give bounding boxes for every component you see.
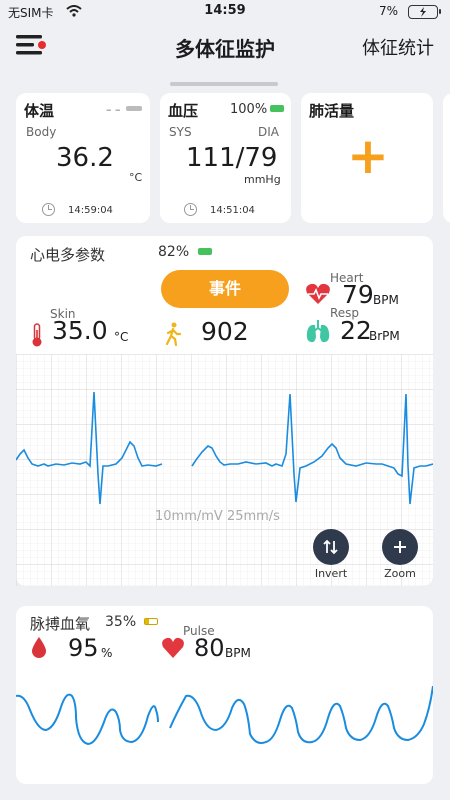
thermometer-icon bbox=[32, 323, 42, 347]
skin-value: 35.0 bbox=[52, 316, 108, 345]
scale-text: 10mm/mV 25mm/s bbox=[155, 509, 280, 524]
bp-time: 14:51:04 bbox=[210, 205, 255, 216]
zoom-label: Zoom bbox=[384, 567, 416, 580]
bp-sys-label: SYS bbox=[169, 125, 192, 139]
temp-title: 体温 bbox=[24, 102, 55, 120]
event-button[interactable]: 事件 bbox=[161, 270, 289, 308]
temp-time: 14:59:04 bbox=[68, 205, 113, 216]
ecg-title: 心电多参数 bbox=[30, 246, 106, 264]
bp-dia-label: DIA bbox=[258, 125, 279, 139]
lung-title: 肺活量 bbox=[309, 102, 355, 120]
spo2-battery-icon bbox=[144, 618, 158, 625]
steps-value: 902 bbox=[201, 317, 249, 346]
heart-icon bbox=[162, 637, 184, 658]
page-indicator bbox=[170, 82, 278, 86]
spo2-unit: % bbox=[101, 646, 113, 660]
ecg-battery-icon bbox=[198, 248, 212, 255]
bp-unit: mmHg bbox=[244, 173, 281, 186]
clock-icon bbox=[184, 203, 197, 216]
bp-battery-percent: 100% bbox=[230, 102, 268, 117]
battery-percent: 7% bbox=[378, 4, 398, 18]
invert-icon bbox=[323, 539, 338, 555]
spo2-battery-percent: 35% bbox=[105, 614, 137, 630]
zoom-button[interactable] bbox=[382, 529, 418, 565]
temperature-card[interactable]: 体温 – – Body 36.2 °C 14:59:04 bbox=[16, 93, 150, 223]
blood-pressure-card[interactable]: 血压 100% SYS DIA 111/79 mmHg 14:51:04 bbox=[160, 93, 291, 223]
temp-sub-label: Body bbox=[26, 125, 57, 139]
pleth-waveform bbox=[16, 685, 433, 746]
zoom-plus-icon bbox=[394, 541, 406, 553]
lung-capacity-card[interactable]: 肺活量 + bbox=[301, 93, 433, 223]
stats-link[interactable]: 体征统计 bbox=[362, 34, 434, 60]
status-bar: 无SIM卡 14:59 7% bbox=[0, 0, 450, 22]
ecg-battery-percent: 82% bbox=[158, 244, 190, 260]
clock-icon bbox=[42, 203, 55, 216]
skin-unit: °C bbox=[114, 330, 129, 344]
walking-icon bbox=[165, 322, 182, 346]
spo2-value: 95 bbox=[68, 634, 99, 662]
pulse-value: 80 bbox=[194, 634, 225, 662]
temp-unit: °C bbox=[129, 171, 143, 184]
bp-value: 111/79 bbox=[186, 143, 278, 173]
pulse-unit: BPM bbox=[225, 646, 251, 660]
bp-title: 血压 bbox=[168, 102, 199, 120]
spo2-card: 脉搏血氧 35% 95 % Pulse 80 BPM bbox=[16, 606, 433, 784]
invert-button[interactable] bbox=[313, 529, 349, 565]
spo2-title: 脉搏血氧 bbox=[30, 615, 91, 633]
temp-battery-icon bbox=[126, 106, 142, 111]
blood-drop-icon bbox=[32, 637, 46, 658]
heart-value: 79 bbox=[342, 280, 374, 309]
resp-unit: BrPM bbox=[369, 329, 400, 343]
temp-value: 36.2 bbox=[56, 143, 114, 173]
heart-rate-icon bbox=[306, 283, 330, 304]
temp-dash: – – bbox=[106, 103, 121, 116]
resp-value: 22 bbox=[340, 316, 372, 345]
battery-icon bbox=[408, 5, 441, 19]
bp-battery-icon bbox=[270, 105, 284, 112]
heart-unit: BPM bbox=[373, 293, 399, 307]
add-icon[interactable]: + bbox=[347, 131, 389, 181]
ecg-waveform bbox=[16, 354, 433, 586]
lungs-icon bbox=[306, 320, 330, 343]
next-card-peek bbox=[443, 93, 450, 223]
invert-label: Invert bbox=[314, 567, 348, 580]
